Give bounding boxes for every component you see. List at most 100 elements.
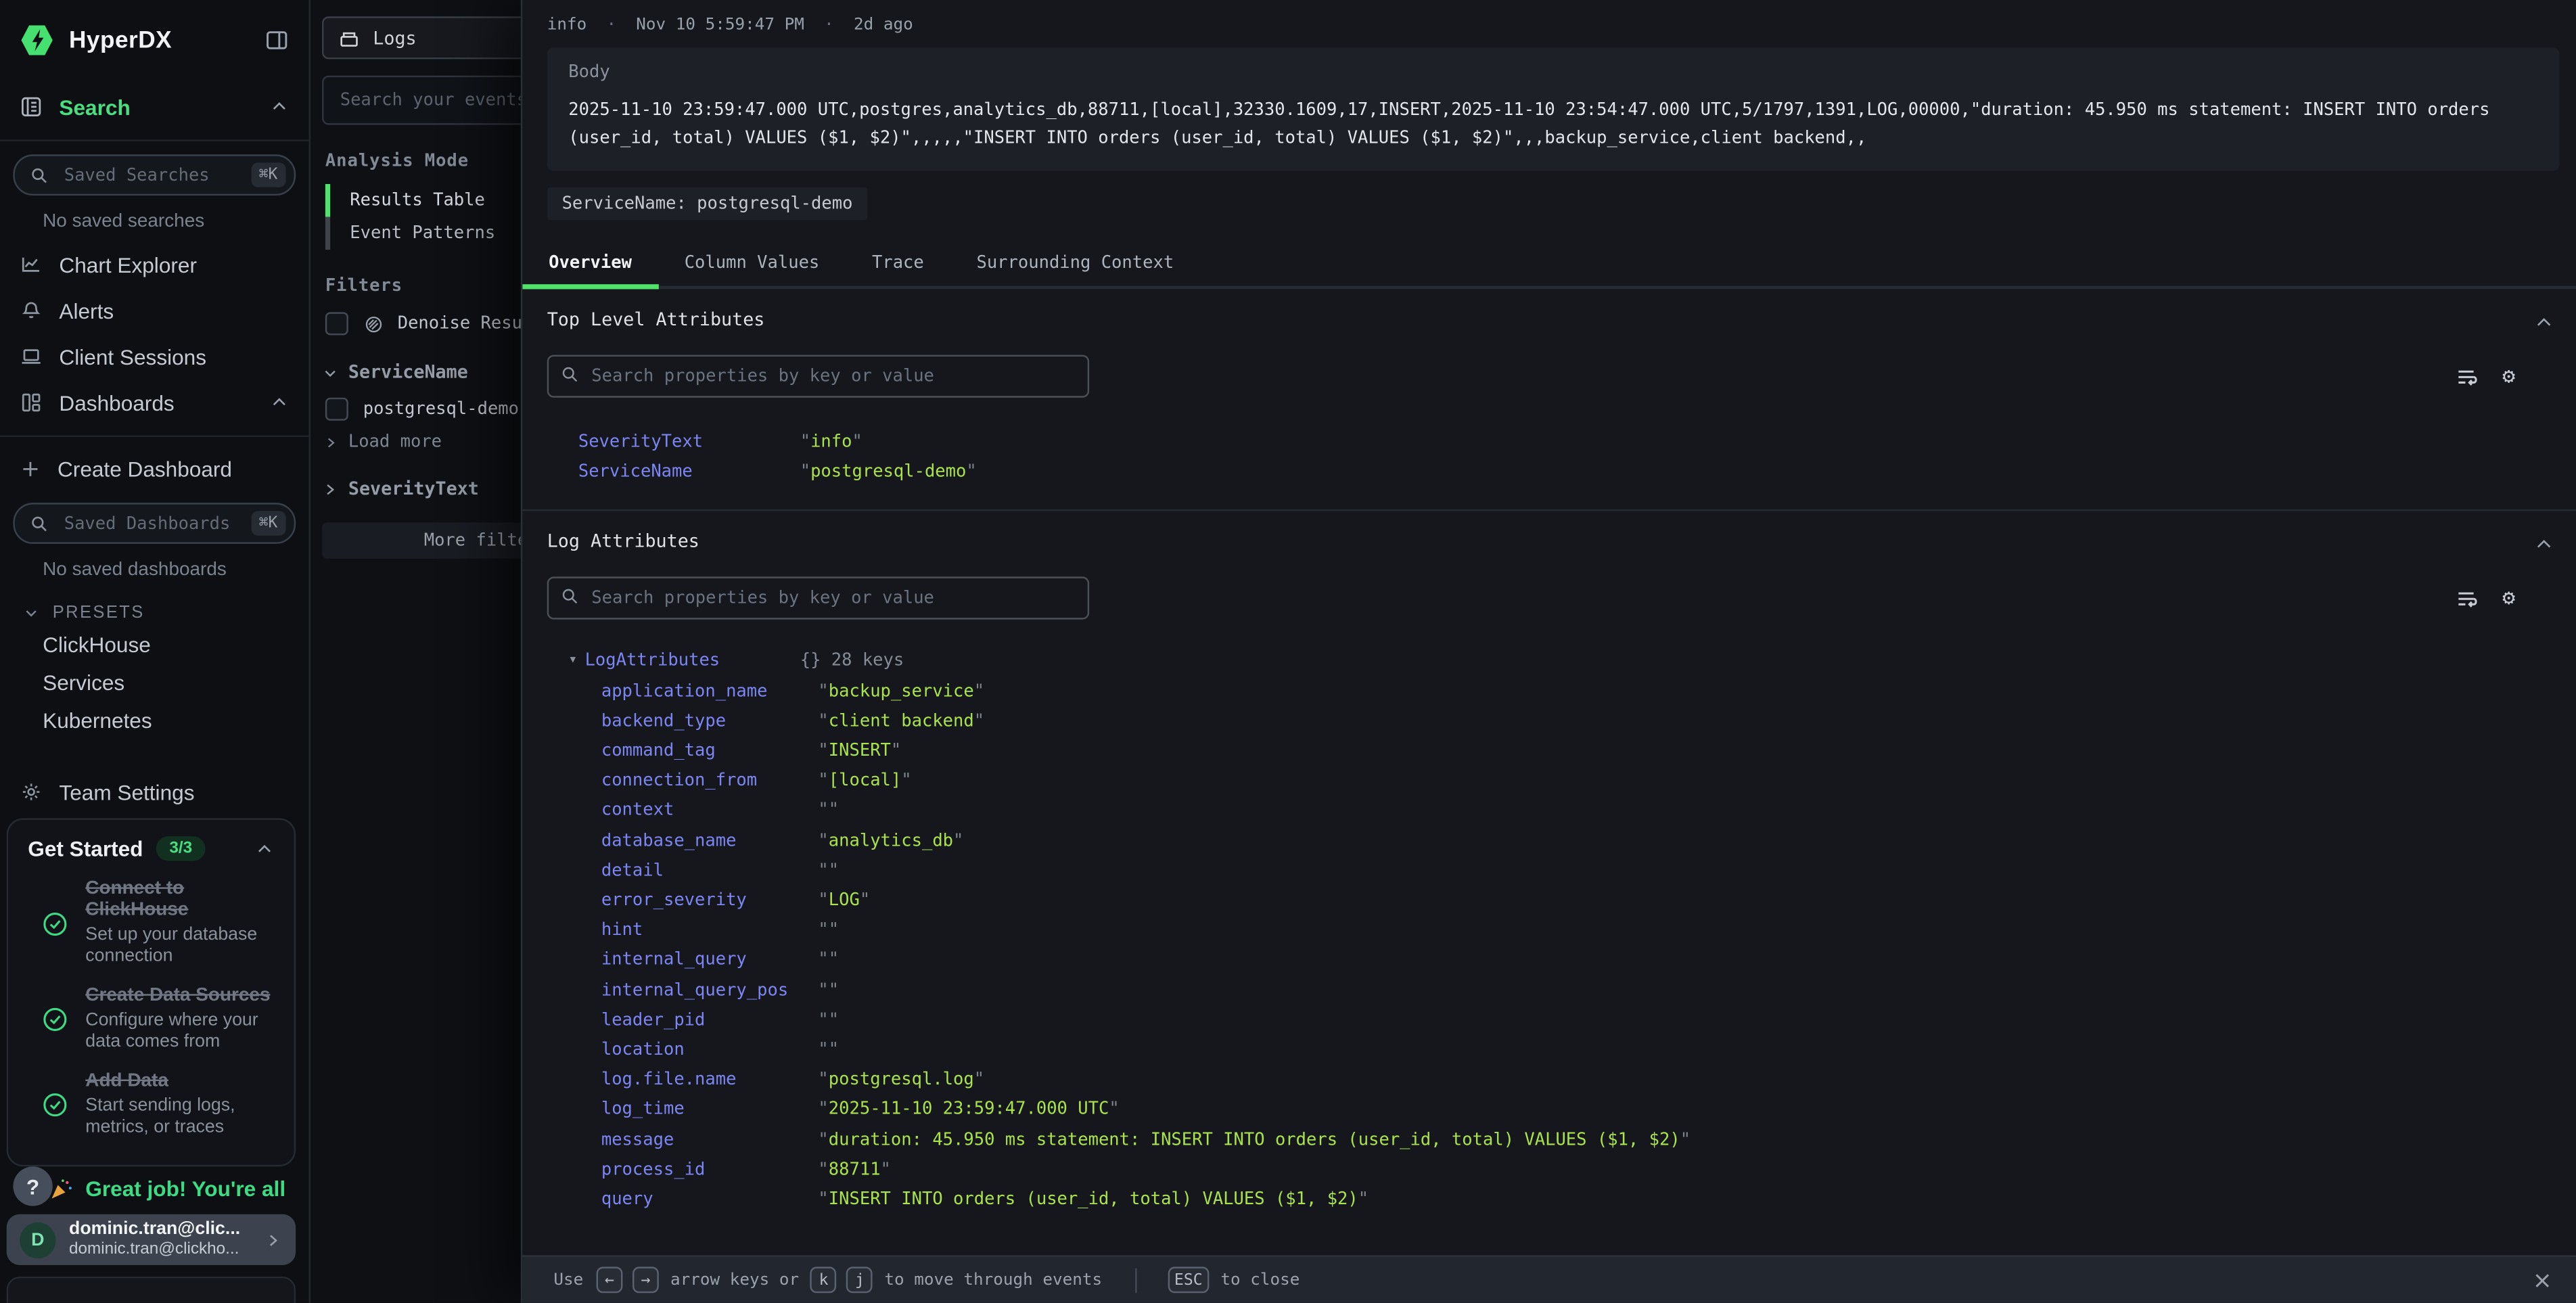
attribute-row: database_name "analytics_db"	[547, 826, 2552, 856]
sidebar-item-client-sessions[interactable]: Client Sessions	[0, 334, 309, 380]
settings-gear-icon[interactable]: ⚙	[2502, 588, 2515, 610]
saved-dashboards-input[interactable]	[61, 511, 251, 534]
attribute-key[interactable]: connection_from	[601, 766, 819, 796]
create-dashboard-button[interactable]: Create Dashboard	[0, 447, 309, 490]
attribute-key[interactable]: log_time	[601, 1095, 819, 1125]
attribute-key[interactable]: query	[601, 1185, 819, 1214]
attribute-key[interactable]: database_name	[601, 826, 819, 856]
saved-searches-search[interactable]: ⌘K	[13, 154, 296, 196]
tree-expand-icon[interactable]: ▾	[568, 646, 584, 676]
attribute-value[interactable]: "duration: 45.950 ms statement: INSERT I…	[818, 1125, 1690, 1155]
attribute-key[interactable]: internal_query_pos	[601, 976, 819, 1005]
attribute-key[interactable]: log.file.name	[601, 1065, 819, 1095]
preset-dashboard-item[interactable]: Services	[0, 664, 309, 702]
create-dashboard-label: Create Dashboard	[58, 456, 289, 480]
attribute-value[interactable]: ""	[818, 945, 839, 975]
attribute-key[interactable]: ServiceName	[578, 457, 800, 487]
detail-tab[interactable]: Overview	[522, 240, 658, 290]
detail-tab[interactable]: Surrounding Context	[950, 240, 1200, 290]
sidebar-item-search[interactable]: Search	[0, 84, 309, 130]
attribute-key[interactable]: command_tag	[601, 736, 819, 766]
settings-gear-icon[interactable]: ⚙	[2502, 365, 2515, 387]
attribute-key[interactable]: backend_type	[601, 706, 819, 736]
attribute-value[interactable]: ""	[818, 796, 839, 825]
servicename-chip[interactable]: ServiceName: postgresql-demo	[547, 187, 868, 221]
close-icon[interactable]	[2531, 1269, 2553, 1291]
attribute-key[interactable]: hint	[601, 915, 819, 945]
attribute-key[interactable]: error_severity	[601, 886, 819, 915]
attribute-value[interactable]: "LOG"	[818, 886, 870, 915]
get-started-item[interactable]: Connect to ClickHouse Set up your databa…	[28, 879, 274, 967]
attribute-row: command_tag "INSERT"	[547, 736, 2552, 766]
attribute-value[interactable]: "backup_service"	[818, 677, 984, 706]
line-wrap-icon[interactable]	[2455, 364, 2479, 388]
attribute-value[interactable]: "INSERT"	[818, 736, 901, 766]
body-text[interactable]: 2025-11-10 23:59:47.000 UTC,postgres,ana…	[568, 97, 2538, 151]
get-started-item[interactable]: Add Data Start sending logs, metrics, or…	[28, 1071, 274, 1139]
get-started-item-title: Add Data	[85, 1071, 274, 1093]
sidebar-item-chart-explorer[interactable]: Chart Explorer	[0, 242, 309, 288]
attribute-key[interactable]: detail	[601, 856, 819, 886]
property-search-input[interactable]	[547, 355, 1089, 398]
attribute-key[interactable]: internal_query	[601, 945, 819, 975]
attribute-value[interactable]: ""	[818, 976, 839, 1005]
sidebar-bottom-card[interactable]	[7, 1277, 296, 1303]
attribute-value[interactable]: "INSERT INTO orders (user_id, total) VAL…	[818, 1185, 1368, 1214]
collapse-section-icon[interactable]	[2533, 312, 2555, 334]
dashboards-grid-icon	[20, 391, 43, 414]
chevron-up-icon[interactable]	[269, 97, 289, 116]
attribute-value[interactable]: ""	[818, 915, 839, 945]
event-age: 2d ago	[854, 16, 913, 35]
collapse-section-icon[interactable]	[2533, 534, 2555, 556]
attribute-key[interactable]: SeverityText	[578, 427, 800, 457]
line-wrap-icon[interactable]	[2455, 587, 2479, 611]
preset-dashboard-item[interactable]: Kubernetes	[0, 702, 309, 739]
chevron-up-icon[interactable]	[269, 392, 289, 412]
detail-tab[interactable]: Column Values	[658, 240, 846, 290]
sidebar-item-alerts[interactable]: Alerts	[0, 288, 309, 334]
logattributes-root-row[interactable]: ▾ LogAttributes {} 28 keys	[547, 646, 2552, 676]
attribute-value[interactable]: ""	[818, 856, 839, 886]
sidebar-item-label: Alerts	[59, 298, 289, 323]
sidebar-collapse-icon[interactable]	[264, 28, 289, 52]
chevron-up-icon[interactable]	[254, 839, 274, 859]
attribute-key[interactable]: process_id	[601, 1155, 819, 1185]
attribute-key[interactable]: LogAttributes	[585, 646, 800, 676]
filter-option-checkbox[interactable]	[325, 398, 348, 421]
attribute-value[interactable]: "postgresql.log"	[818, 1065, 984, 1095]
attribute-key[interactable]: context	[601, 796, 819, 825]
attribute-key[interactable]: message	[601, 1125, 819, 1155]
attribute-key[interactable]: leader_pid	[601, 1005, 819, 1035]
preset-dashboard-item[interactable]: ClickHouse	[0, 626, 309, 664]
get-started-item[interactable]: Create Data Sources Configure where your…	[28, 986, 274, 1053]
sidebar-item-label: Search	[59, 95, 269, 119]
attribute-value[interactable]: "client backend"	[818, 706, 984, 736]
saved-searches-input[interactable]	[61, 164, 251, 187]
sidebar-item-team-settings[interactable]: Team Settings	[0, 769, 309, 815]
divider	[0, 139, 309, 141]
attribute-value[interactable]: ""	[818, 1035, 839, 1065]
attribute-value[interactable]: "[local]"	[818, 766, 911, 796]
attribute-value[interactable]: "postgresql-demo"	[800, 457, 977, 487]
presets-header[interactable]: PRESETS	[0, 590, 309, 626]
attribute-key[interactable]: application_name	[601, 677, 819, 706]
attribute-value[interactable]: "2025-11-10 23:59:47.000 UTC"	[818, 1095, 1119, 1125]
detail-tab[interactable]: Trace	[846, 240, 950, 290]
sidebar-item-dashboards[interactable]: Dashboards	[0, 380, 309, 426]
attribute-value[interactable]: ""	[818, 1005, 839, 1035]
denoise-checkbox[interactable]	[325, 312, 348, 335]
help-button[interactable]: ?	[13, 1166, 52, 1206]
check-circle-icon	[41, 1091, 69, 1119]
attribute-value[interactable]: "88711"	[818, 1155, 891, 1185]
attribute-value[interactable]: "info"	[800, 427, 862, 457]
attribute-value[interactable]: "analytics_db"	[818, 826, 963, 856]
get-started-title: Get Started	[28, 836, 143, 861]
user-menu[interactable]: D dominic.tran@clic... dominic.tran@clic…	[7, 1214, 296, 1265]
check-circle-icon	[41, 1005, 69, 1033]
attribute-row: log_time "2025-11-10 23:59:47.000 UTC"	[547, 1095, 2552, 1125]
check-circle-icon	[41, 909, 69, 937]
attribute-key[interactable]: location	[601, 1035, 819, 1065]
keys-count-badge: {} 28 keys	[800, 646, 904, 676]
property-search-input[interactable]	[547, 577, 1089, 620]
saved-dashboards-search[interactable]: ⌘K	[13, 503, 296, 544]
